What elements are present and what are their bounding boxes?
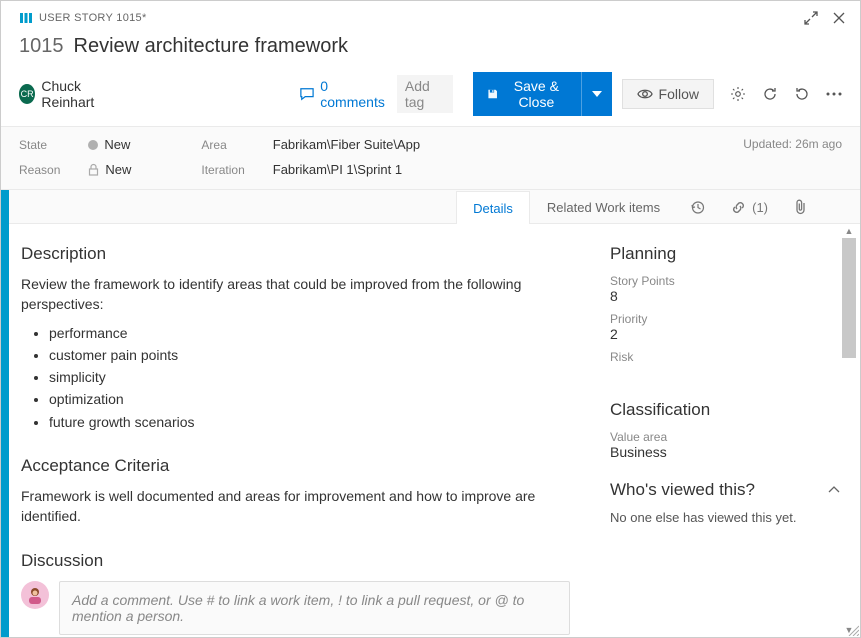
- area-field[interactable]: Fabrikam\Fiber Suite\App: [273, 137, 420, 152]
- scrollbar-thumb[interactable]: [842, 238, 856, 358]
- side-panel: Planning Story Points 8 Priority 2 Risk …: [590, 224, 860, 637]
- more-actions-button[interactable]: [820, 80, 848, 108]
- description-heading: Description: [21, 244, 570, 264]
- value-area-label: Value area: [610, 430, 840, 444]
- settings-button[interactable]: [724, 80, 752, 108]
- discussion-heading: Discussion: [21, 551, 570, 571]
- state-dot-icon: [88, 140, 98, 150]
- current-user-avatar: [21, 581, 49, 609]
- state-field[interactable]: New: [88, 137, 131, 152]
- work-item-id: 1015: [19, 35, 64, 58]
- comments-count: 0 comments: [320, 78, 387, 110]
- risk-label: Risk: [610, 350, 840, 364]
- tab-links[interactable]: (1): [718, 190, 781, 223]
- priority-field[interactable]: 2: [610, 326, 840, 342]
- links-count: (1): [752, 200, 768, 215]
- tab-attachments[interactable]: [781, 190, 820, 223]
- risk-field[interactable]: [610, 364, 840, 380]
- ellipsis-icon: [826, 92, 842, 96]
- attachment-icon: [794, 199, 807, 215]
- iteration-label: Iteration: [201, 163, 244, 177]
- reason-label: Reason: [19, 163, 60, 177]
- acceptance-heading: Acceptance Criteria: [21, 456, 570, 476]
- classification-heading: Classification: [610, 400, 840, 420]
- tab-details[interactable]: Details: [456, 191, 530, 224]
- tab-related-work-items[interactable]: Related Work items: [530, 190, 677, 223]
- work-item-type-label: USER STORY 1015*: [39, 12, 147, 24]
- main-content: Description Review the framework to iden…: [1, 224, 590, 637]
- save-and-close-button[interactable]: Save & Close: [473, 72, 581, 116]
- refresh-button[interactable]: [756, 80, 784, 108]
- desc-bullet: performance: [49, 323, 570, 343]
- reason-field[interactable]: New: [88, 162, 131, 177]
- desc-bullet: simplicity: [49, 367, 570, 387]
- save-dropdown-button[interactable]: [581, 72, 612, 116]
- iteration-value: Fabrikam\PI 1\Sprint 1: [273, 162, 402, 177]
- vertical-scrollbar[interactable]: ▲ ▼: [844, 224, 858, 637]
- desc-bullet: customer pain points: [49, 345, 570, 365]
- history-icon: [690, 200, 705, 215]
- updated-timestamp: Updated: 26m ago: [743, 137, 842, 151]
- chevron-down-icon: [592, 91, 602, 97]
- area-label: Area: [201, 138, 244, 152]
- iteration-field[interactable]: Fabrikam\PI 1\Sprint 1: [273, 162, 420, 177]
- reason-value: New: [105, 162, 131, 177]
- link-icon: [731, 200, 746, 215]
- add-tag-button[interactable]: Add tag: [397, 75, 453, 113]
- assignee-picker[interactable]: CR Chuck Reinhart: [19, 78, 120, 110]
- revert-button[interactable]: [788, 80, 816, 108]
- comments-link[interactable]: 0 comments: [300, 78, 387, 110]
- undo-icon: [794, 86, 810, 102]
- priority-label: Priority: [610, 312, 840, 326]
- comment-input[interactable]: Add a comment. Use # to link a work item…: [59, 581, 570, 635]
- tab-history[interactable]: [677, 190, 718, 223]
- story-points-label: Story Points: [610, 274, 840, 288]
- state-label: State: [19, 138, 60, 152]
- state-value: New: [104, 137, 130, 152]
- close-icon[interactable]: [830, 9, 848, 27]
- maximize-icon[interactable]: [802, 9, 820, 27]
- desc-bullet: future growth scenarios: [49, 412, 570, 432]
- work-item-title[interactable]: Review architecture framework: [74, 35, 349, 58]
- description-field[interactable]: Review the framework to identify areas t…: [21, 274, 570, 432]
- save-icon: [487, 86, 498, 102]
- area-value: Fabrikam\Fiber Suite\App: [273, 137, 420, 152]
- whos-viewed-text: No one else has viewed this yet.: [610, 510, 840, 525]
- resize-grip-icon[interactable]: [847, 624, 859, 636]
- lock-icon: [88, 163, 99, 176]
- save-button-label: Save & Close: [506, 78, 566, 110]
- chevron-up-icon: [828, 486, 840, 494]
- refresh-icon: [762, 86, 778, 102]
- whos-viewed-heading[interactable]: Who's viewed this?: [610, 480, 840, 500]
- follow-label: Follow: [659, 86, 699, 102]
- user-story-icon: [19, 11, 33, 25]
- story-points-field[interactable]: 8: [610, 288, 840, 304]
- value-area-field[interactable]: Business: [610, 444, 840, 460]
- comment-icon: [300, 87, 314, 101]
- eye-icon: [637, 88, 653, 100]
- desc-bullet: optimization: [49, 389, 570, 409]
- avatar: CR: [19, 84, 35, 104]
- scroll-up-icon[interactable]: ▲: [842, 224, 856, 238]
- assignee-name: Chuck Reinhart: [41, 78, 120, 110]
- planning-heading: Planning: [610, 244, 840, 264]
- description-intro: Review the framework to identify areas t…: [21, 274, 570, 315]
- acceptance-field[interactable]: Framework is well documented and areas f…: [21, 486, 570, 527]
- gear-icon: [730, 86, 746, 102]
- follow-button[interactable]: Follow: [622, 79, 714, 109]
